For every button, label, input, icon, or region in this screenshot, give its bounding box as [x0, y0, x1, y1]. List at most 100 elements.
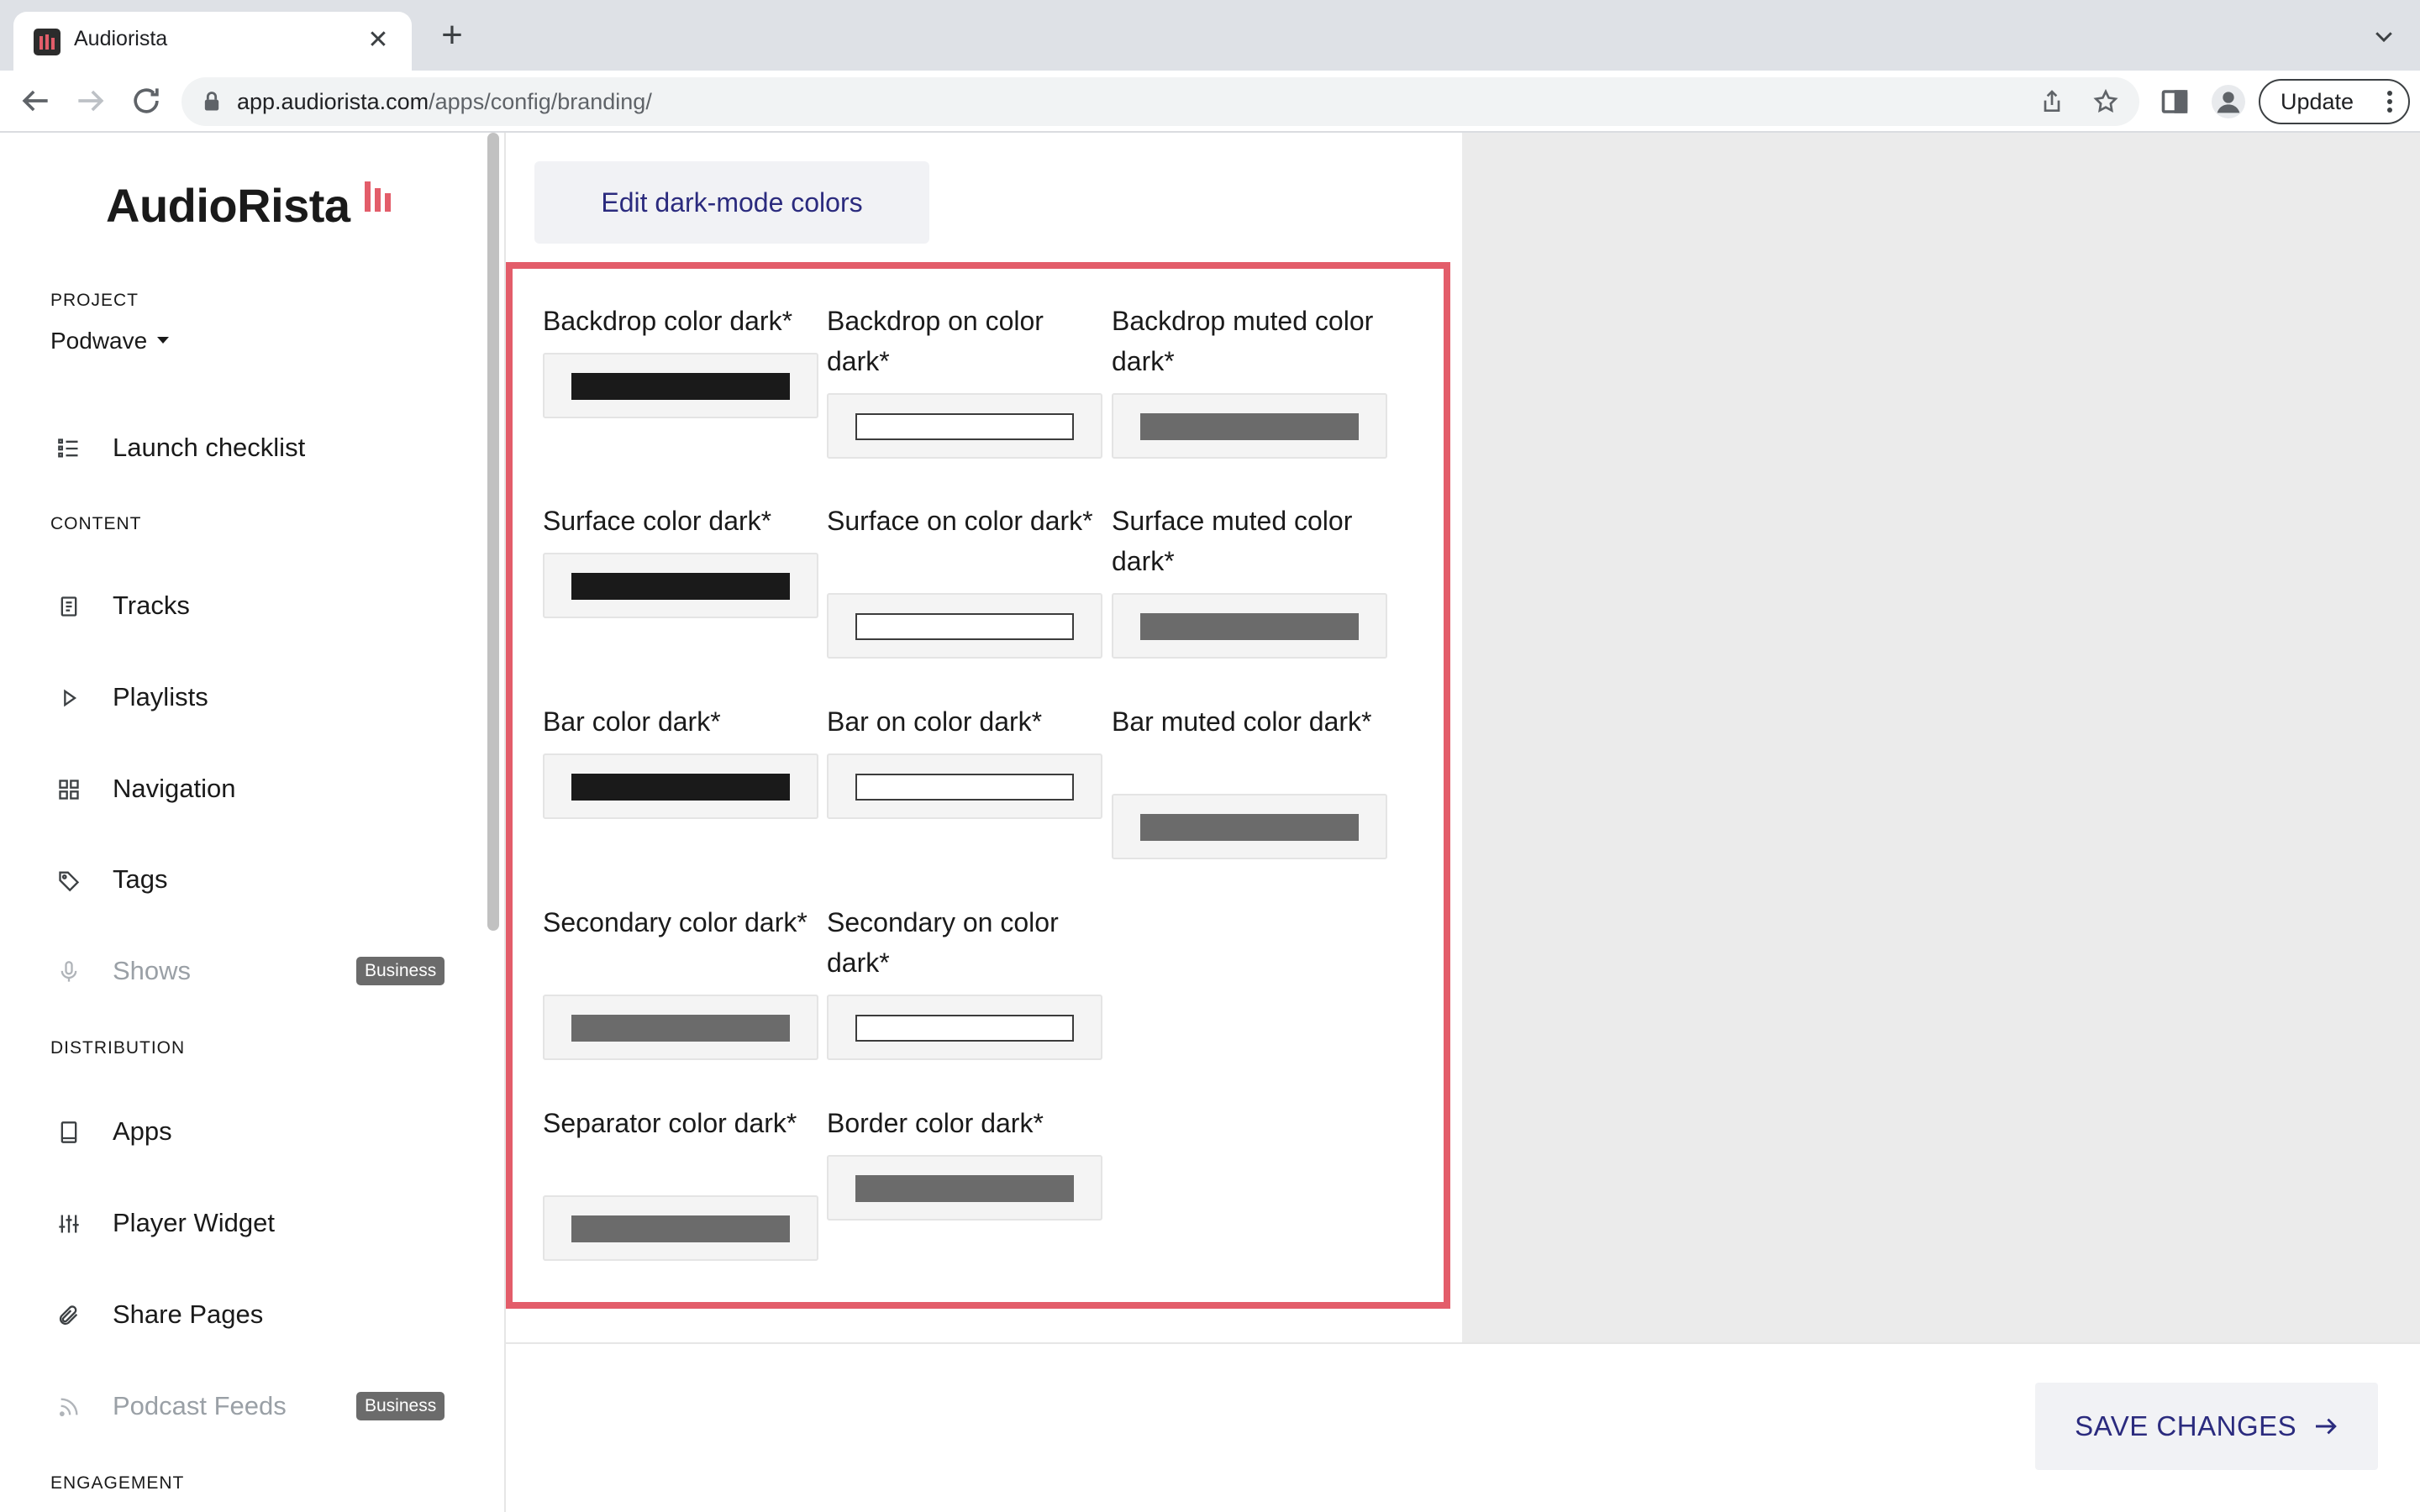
color-picker-input[interactable]	[827, 593, 1102, 659]
browser-tabstrip: Audiorista ✕ +	[0, 0, 2420, 71]
color-picker-input[interactable]	[827, 1155, 1102, 1221]
business-badge: Business	[356, 1392, 445, 1420]
color-field-label: Bar on color dark*	[827, 706, 1043, 737]
color-field-label: Separator color dark*	[543, 1108, 797, 1138]
color-swatch	[1140, 413, 1359, 440]
sidebar-item-label: Launch checklist	[113, 433, 306, 462]
color-swatch	[1140, 613, 1359, 640]
profile-avatar-icon[interactable]	[2212, 85, 2245, 118]
share-icon[interactable]	[2039, 88, 2065, 115]
color-field-label: Border color dark*	[827, 1108, 1044, 1138]
tag-icon	[59, 871, 80, 892]
color-swatch	[855, 1015, 1074, 1042]
color-picker-input[interactable]	[543, 753, 818, 819]
browser-tab[interactable]: Audiorista ✕	[13, 12, 412, 71]
color-swatch	[1140, 814, 1359, 841]
color-picker-input[interactable]	[827, 393, 1102, 459]
sidebar-item-label: Shows	[113, 956, 192, 985]
update-label: Update	[2281, 89, 2354, 114]
sidebar-item-player-widget[interactable]: Player Widget	[50, 1202, 454, 1244]
new-tab-button[interactable]: +	[435, 17, 469, 54]
sidebar-item-playlists[interactable]: Playlists	[50, 676, 454, 718]
business-badge: Business	[356, 957, 445, 985]
arrow-right-icon	[2315, 1418, 2337, 1435]
sidebar-item-label: Tags	[113, 864, 168, 894]
sidebar-item-navigation[interactable]: Navigation	[50, 768, 454, 810]
logo-bars-icon	[365, 181, 398, 212]
edit-dark-mode-colors-button[interactable]: Edit dark-mode colors	[534, 161, 929, 244]
color-swatch	[571, 573, 790, 600]
color-picker-input[interactable]	[543, 353, 818, 418]
sliders-icon	[59, 1215, 79, 1233]
project-section-label: PROJECT	[50, 291, 139, 310]
reload-icon[interactable]	[128, 82, 165, 119]
color-picker-input[interactable]	[543, 1195, 818, 1261]
color-field-label: Surface color dark*	[543, 506, 772, 536]
grid-icon	[59, 780, 79, 800]
color-swatch	[571, 1215, 790, 1242]
color-field-label: Backdrop color dark*	[543, 306, 793, 336]
save-changes-button[interactable]: SAVE CHANGES	[2035, 1383, 2378, 1470]
sidebar-item-label: Playlists	[113, 682, 208, 711]
side-panel-icon[interactable]	[2160, 87, 2190, 117]
engagement-section-label: ENGAGEMENT	[50, 1473, 185, 1493]
update-button[interactable]: Update	[2259, 79, 2410, 124]
sidebar-item-label: Navigation	[113, 774, 236, 803]
sidebar-item-podcast-feeds[interactable]: Podcast Feeds Business	[50, 1385, 454, 1427]
address-bar[interactable]: app.audiorista.com/apps/config/branding/	[182, 77, 2139, 126]
checklist-icon	[58, 438, 78, 458]
color-picker-input[interactable]	[827, 753, 1102, 819]
color-field-label: Backdrop on color dark*	[827, 306, 1044, 376]
tablet-icon	[60, 1121, 77, 1143]
browser-toolbar: app.audiorista.com/apps/config/branding/…	[0, 71, 2420, 133]
color-field-label: Bar color dark*	[543, 706, 721, 737]
sidebar-item-tags[interactable]: Tags	[50, 858, 454, 900]
color-swatch	[855, 774, 1074, 801]
audiorista-favicon-icon	[34, 29, 60, 55]
sidebar-scrollbar[interactable]	[487, 133, 499, 931]
dark-mode-colors-panel: Backdrop color dark* Backdrop on color da…	[506, 262, 1450, 1309]
color-field-label: Backdrop muted color dark*	[1112, 306, 1374, 376]
color-swatch	[571, 774, 790, 801]
app-window: Audiorista ✕ + app.audiorista.com/apps/c…	[0, 0, 2420, 1512]
forward-arrow-icon[interactable]	[72, 82, 109, 119]
color-field-label: Surface on color dark*	[827, 506, 1093, 536]
content-section-label: CONTENT	[50, 514, 142, 533]
color-picker-input[interactable]	[1112, 593, 1387, 659]
sidebar-item-share-pages[interactable]: Share Pages	[50, 1294, 454, 1336]
sidebar-item-tracks[interactable]: Tracks	[50, 585, 454, 627]
project-selector[interactable]: Podwave	[50, 328, 170, 354]
color-picker-input[interactable]	[543, 553, 818, 618]
sidebar-item-apps[interactable]: Apps	[50, 1110, 454, 1152]
save-changes-label: SAVE CHANGES	[2075, 1410, 2297, 1441]
color-field-label: Surface muted color dark*	[1112, 506, 1353, 576]
color-swatch	[571, 373, 790, 400]
back-arrow-icon[interactable]	[17, 82, 54, 119]
color-picker-input[interactable]	[827, 995, 1102, 1060]
color-picker-input[interactable]	[543, 995, 818, 1060]
bookmark-star-icon[interactable]	[2092, 88, 2119, 115]
tab-search-chevron-icon[interactable]	[2371, 24, 2396, 49]
logo: AudioRista	[106, 179, 350, 232]
distribution-section-label: DISTRIBUTION	[50, 1038, 186, 1058]
url-text[interactable]: app.audiorista.com/apps/config/branding/	[237, 89, 652, 115]
tab-close-icon[interactable]: ✕	[361, 24, 395, 57]
sidebar-item-launch-checklist[interactable]: Launch checklist	[50, 427, 454, 469]
color-picker-input[interactable]	[1112, 393, 1387, 459]
sidebar-item-shows[interactable]: Shows Business	[50, 950, 454, 992]
menu-dots-icon[interactable]	[2386, 91, 2393, 113]
color-field-label: Secondary on color dark*	[827, 907, 1059, 978]
lock-icon[interactable]	[200, 90, 224, 113]
tab-title: Audiorista	[74, 27, 168, 50]
color-field-label: Secondary color dark*	[543, 907, 808, 937]
sidebar-item-label: Podcast Feeds	[113, 1391, 287, 1420]
color-field-label: Bar muted color dark*	[1112, 706, 1372, 737]
url-host: app.audiorista.com	[237, 89, 429, 114]
color-picker-input[interactable]	[1112, 794, 1387, 859]
sidebar-item-label: Player Widget	[113, 1208, 275, 1237]
paperclip-icon	[59, 1305, 78, 1326]
color-swatch	[571, 1015, 790, 1042]
sidebar: AudioRista PROJECT Podwave Launch checkl…	[0, 133, 501, 1512]
color-swatch	[855, 413, 1074, 440]
color-swatch	[855, 613, 1074, 640]
